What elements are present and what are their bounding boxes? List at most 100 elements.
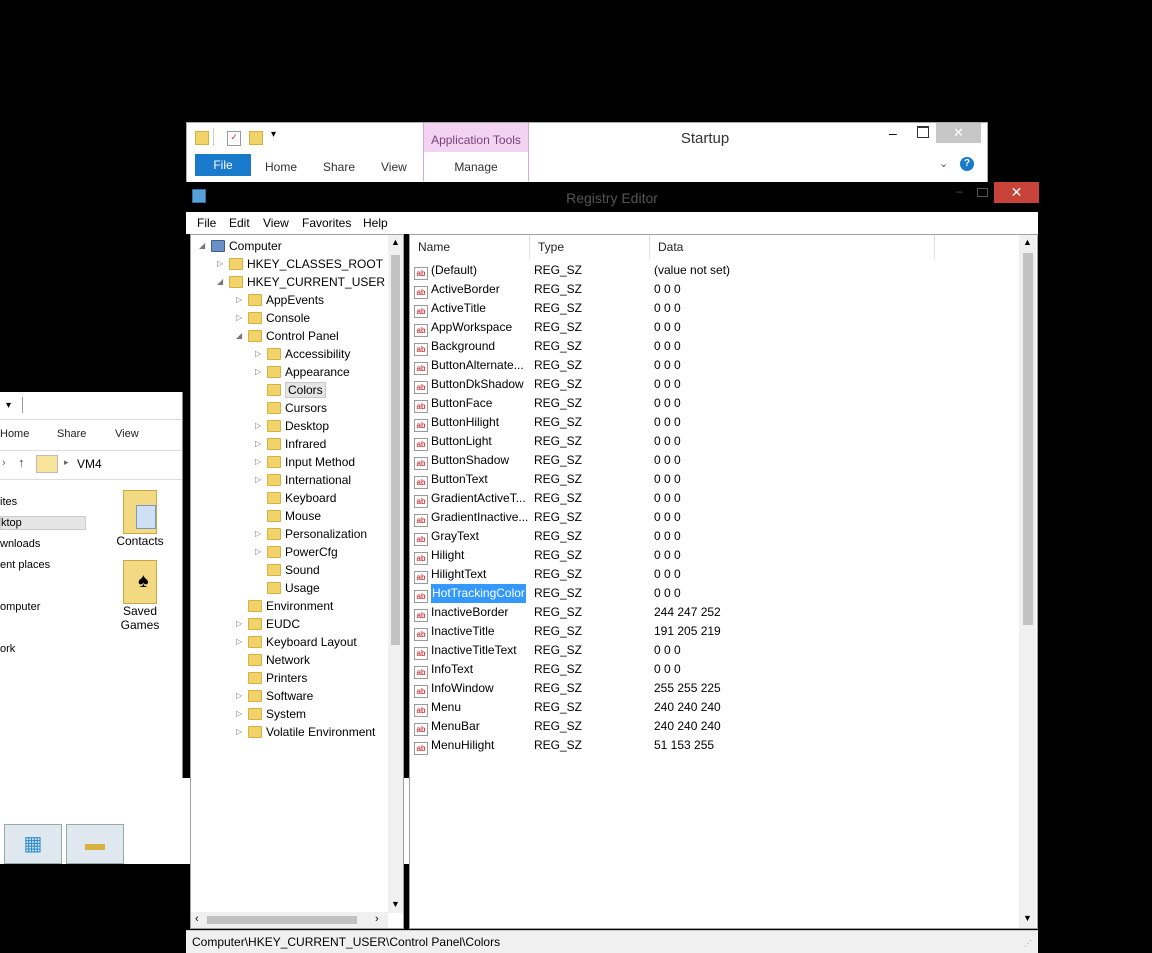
value-row[interactable]: ab ButtonLight REG_SZ 0 0 0 <box>414 432 1014 451</box>
nav-item-favorites[interactable]: ites <box>0 496 17 508</box>
menu-favorites[interactable]: Favorites <box>302 216 351 230</box>
value-row[interactable]: ab ActiveTitle REG_SZ 0 0 0 <box>414 299 1014 318</box>
taskbar-regedit-button[interactable]: ▦ <box>4 824 62 864</box>
tree-node[interactable]: Network <box>248 651 310 669</box>
expand-arrow-icon[interactable]: ▷ <box>255 417 261 435</box>
tree-node[interactable]: ▷ Input Method <box>255 453 355 471</box>
expand-arrow-icon[interactable]: ▷ <box>255 525 261 543</box>
value-row[interactable]: ab MenuHilight REG_SZ 51 153 255 <box>414 736 1014 755</box>
value-row[interactable]: ab InactiveTitleText REG_SZ 0 0 0 <box>414 641 1014 660</box>
manage-tab[interactable]: Manage <box>423 152 529 181</box>
explorer-tab-home[interactable]: Home <box>0 428 29 440</box>
explorer-tab-view[interactable]: View <box>115 428 139 440</box>
value-row[interactable]: ab AppWorkspace REG_SZ 0 0 0 <box>414 318 1014 337</box>
breadcrumb-chevron-icon[interactable]: ▸ <box>64 457 69 468</box>
value-row[interactable]: ab ButtonFace REG_SZ 0 0 0 <box>414 394 1014 413</box>
values-vertical-scrollbar[interactable]: ▲ ▼ <box>1019 235 1036 928</box>
scroll-thumb[interactable] <box>207 916 357 924</box>
expand-arrow-icon[interactable]: ▷ <box>255 543 261 561</box>
expand-arrow-icon[interactable]: ▷ <box>236 615 242 633</box>
tree-node[interactable]: ▷ HKEY_CLASSES_ROOT <box>217 255 383 273</box>
expand-arrow-icon[interactable]: ▷ <box>236 291 242 309</box>
value-row[interactable]: ab ButtonText REG_SZ 0 0 0 <box>414 470 1014 489</box>
scroll-down-icon[interactable]: ▼ <box>391 899 400 909</box>
nav-item-desktop[interactable]: ktop <box>0 516 86 530</box>
tree-node[interactable]: ▷ PowerCfg <box>255 543 338 561</box>
scroll-up-icon[interactable]: ▲ <box>1023 237 1032 247</box>
value-row[interactable]: ab HilightText REG_SZ 0 0 0 <box>414 565 1014 584</box>
tree-node[interactable]: ▷ AppEvents <box>236 291 324 309</box>
minimize-button[interactable]: ‒ <box>956 184 963 198</box>
resize-grip-icon[interactable]: ⋰ <box>1024 939 1032 948</box>
tree-horizontal-scrollbar[interactable]: ‹ › <box>191 912 388 928</box>
scroll-thumb[interactable] <box>1023 253 1033 625</box>
tree-node[interactable]: ▷ International <box>255 471 351 489</box>
tree-node[interactable]: Mouse <box>267 507 321 525</box>
tree-node[interactable]: Environment <box>248 597 333 615</box>
explorer-tab-share[interactable]: Share <box>57 428 86 440</box>
tree-node[interactable]: ▷ EUDC <box>236 615 300 633</box>
tab-share[interactable]: Share <box>323 160 355 174</box>
tab-home[interactable]: Home <box>265 160 297 174</box>
value-row[interactable]: ab ButtonAlternate... REG_SZ 0 0 0 <box>414 356 1014 375</box>
value-row[interactable]: ab HotTrackingColor REG_SZ 0 0 0 <box>414 584 1014 603</box>
value-row[interactable]: ab InactiveBorder REG_SZ 244 247 252 <box>414 603 1014 622</box>
value-row[interactable]: ab (Default) REG_SZ (value not set) <box>414 261 1014 280</box>
tree-node[interactable]: ▷ Software <box>236 687 313 705</box>
tree-node[interactable]: Usage <box>267 579 320 597</box>
expand-arrow-icon[interactable]: ▷ <box>255 453 261 471</box>
saved-games-item[interactable]: ♠ Saved Games <box>110 560 170 632</box>
value-row[interactable]: ab GrayText REG_SZ 0 0 0 <box>414 527 1014 546</box>
minimize-button[interactable]: ‒ <box>889 125 897 141</box>
tree-node[interactable]: ▷ System <box>236 705 306 723</box>
value-row[interactable]: ab Menu REG_SZ 240 240 240 <box>414 698 1014 717</box>
tree-node[interactable]: ◢ Control Panel <box>236 327 339 345</box>
expand-arrow-icon[interactable]: ▷ <box>236 687 242 705</box>
file-tab[interactable]: File <box>195 154 251 176</box>
tree-node[interactable]: ▷ Desktop <box>255 417 329 435</box>
expand-arrow-icon[interactable]: ▷ <box>255 345 261 363</box>
expand-arrow-icon[interactable]: ▷ <box>255 435 261 453</box>
tree-node[interactable]: ▷ Keyboard Layout <box>236 633 357 651</box>
expand-arrow-icon[interactable]: ▷ <box>236 309 242 327</box>
column-header-data[interactable]: Data <box>650 235 935 259</box>
menu-help[interactable]: Help <box>363 216 388 230</box>
menu-edit[interactable]: Edit <box>229 216 250 230</box>
scroll-left-icon[interactable]: ‹ <box>195 913 199 925</box>
value-row[interactable]: ab MenuBar REG_SZ 240 240 240 <box>414 717 1014 736</box>
value-row[interactable]: ab InactiveTitle REG_SZ 191 205 219 <box>414 622 1014 641</box>
expand-arrow-icon[interactable]: ▷ <box>255 363 261 381</box>
maximize-button[interactable] <box>977 188 988 197</box>
tree-node[interactable]: ▷ Accessibility <box>255 345 350 363</box>
value-row[interactable]: ab GradientActiveT... REG_SZ 0 0 0 <box>414 489 1014 508</box>
column-header-type[interactable]: Type <box>530 235 650 259</box>
ribbon-expand-icon[interactable]: ⌄ <box>939 157 948 170</box>
nav-item-downloads[interactable]: wnloads <box>0 538 40 550</box>
collapse-arrow-icon[interactable]: ◢ <box>236 327 242 345</box>
tab-view[interactable]: View <box>381 160 407 174</box>
scroll-up-icon[interactable]: ▲ <box>391 237 400 247</box>
tree-node[interactable]: Printers <box>248 669 307 687</box>
taskbar-explorer-button[interactable]: ▬ <box>66 824 124 864</box>
up-arrow-icon[interactable]: ↑ <box>18 455 25 470</box>
contacts-item[interactable]: Contacts <box>110 490 170 548</box>
nav-item-computer[interactable]: omputer <box>0 601 40 613</box>
tree-node[interactable]: Colors <box>267 381 326 399</box>
tree-vertical-scrollbar[interactable]: ▲ ▼ <box>388 235 403 913</box>
value-row[interactable]: ab ButtonShadow REG_SZ 0 0 0 <box>414 451 1014 470</box>
value-row[interactable]: ab Hilight REG_SZ 0 0 0 <box>414 546 1014 565</box>
value-row[interactable]: ab ActiveBorder REG_SZ 0 0 0 <box>414 280 1014 299</box>
tree-node[interactable]: Sound <box>267 561 320 579</box>
tree-node[interactable]: ◢ Computer <box>199 237 282 255</box>
nav-item-recent-places[interactable]: ent places <box>0 559 50 571</box>
nav-item-network[interactable]: ork <box>0 643 15 655</box>
expand-arrow-icon[interactable]: ▷ <box>255 471 261 489</box>
column-header-name[interactable]: Name <box>410 235 530 259</box>
menu-file[interactable]: File <box>197 216 216 230</box>
tree-node[interactable]: ▷ Personalization <box>255 525 367 543</box>
scroll-right-icon[interactable]: › <box>375 913 379 925</box>
value-row[interactable]: ab GradientInactive... REG_SZ 0 0 0 <box>414 508 1014 527</box>
expand-arrow-icon[interactable]: ▷ <box>236 705 242 723</box>
back-arrow-icon[interactable]: › <box>2 457 6 469</box>
tree-node[interactable]: ◢ HKEY_CURRENT_USER <box>217 273 385 291</box>
